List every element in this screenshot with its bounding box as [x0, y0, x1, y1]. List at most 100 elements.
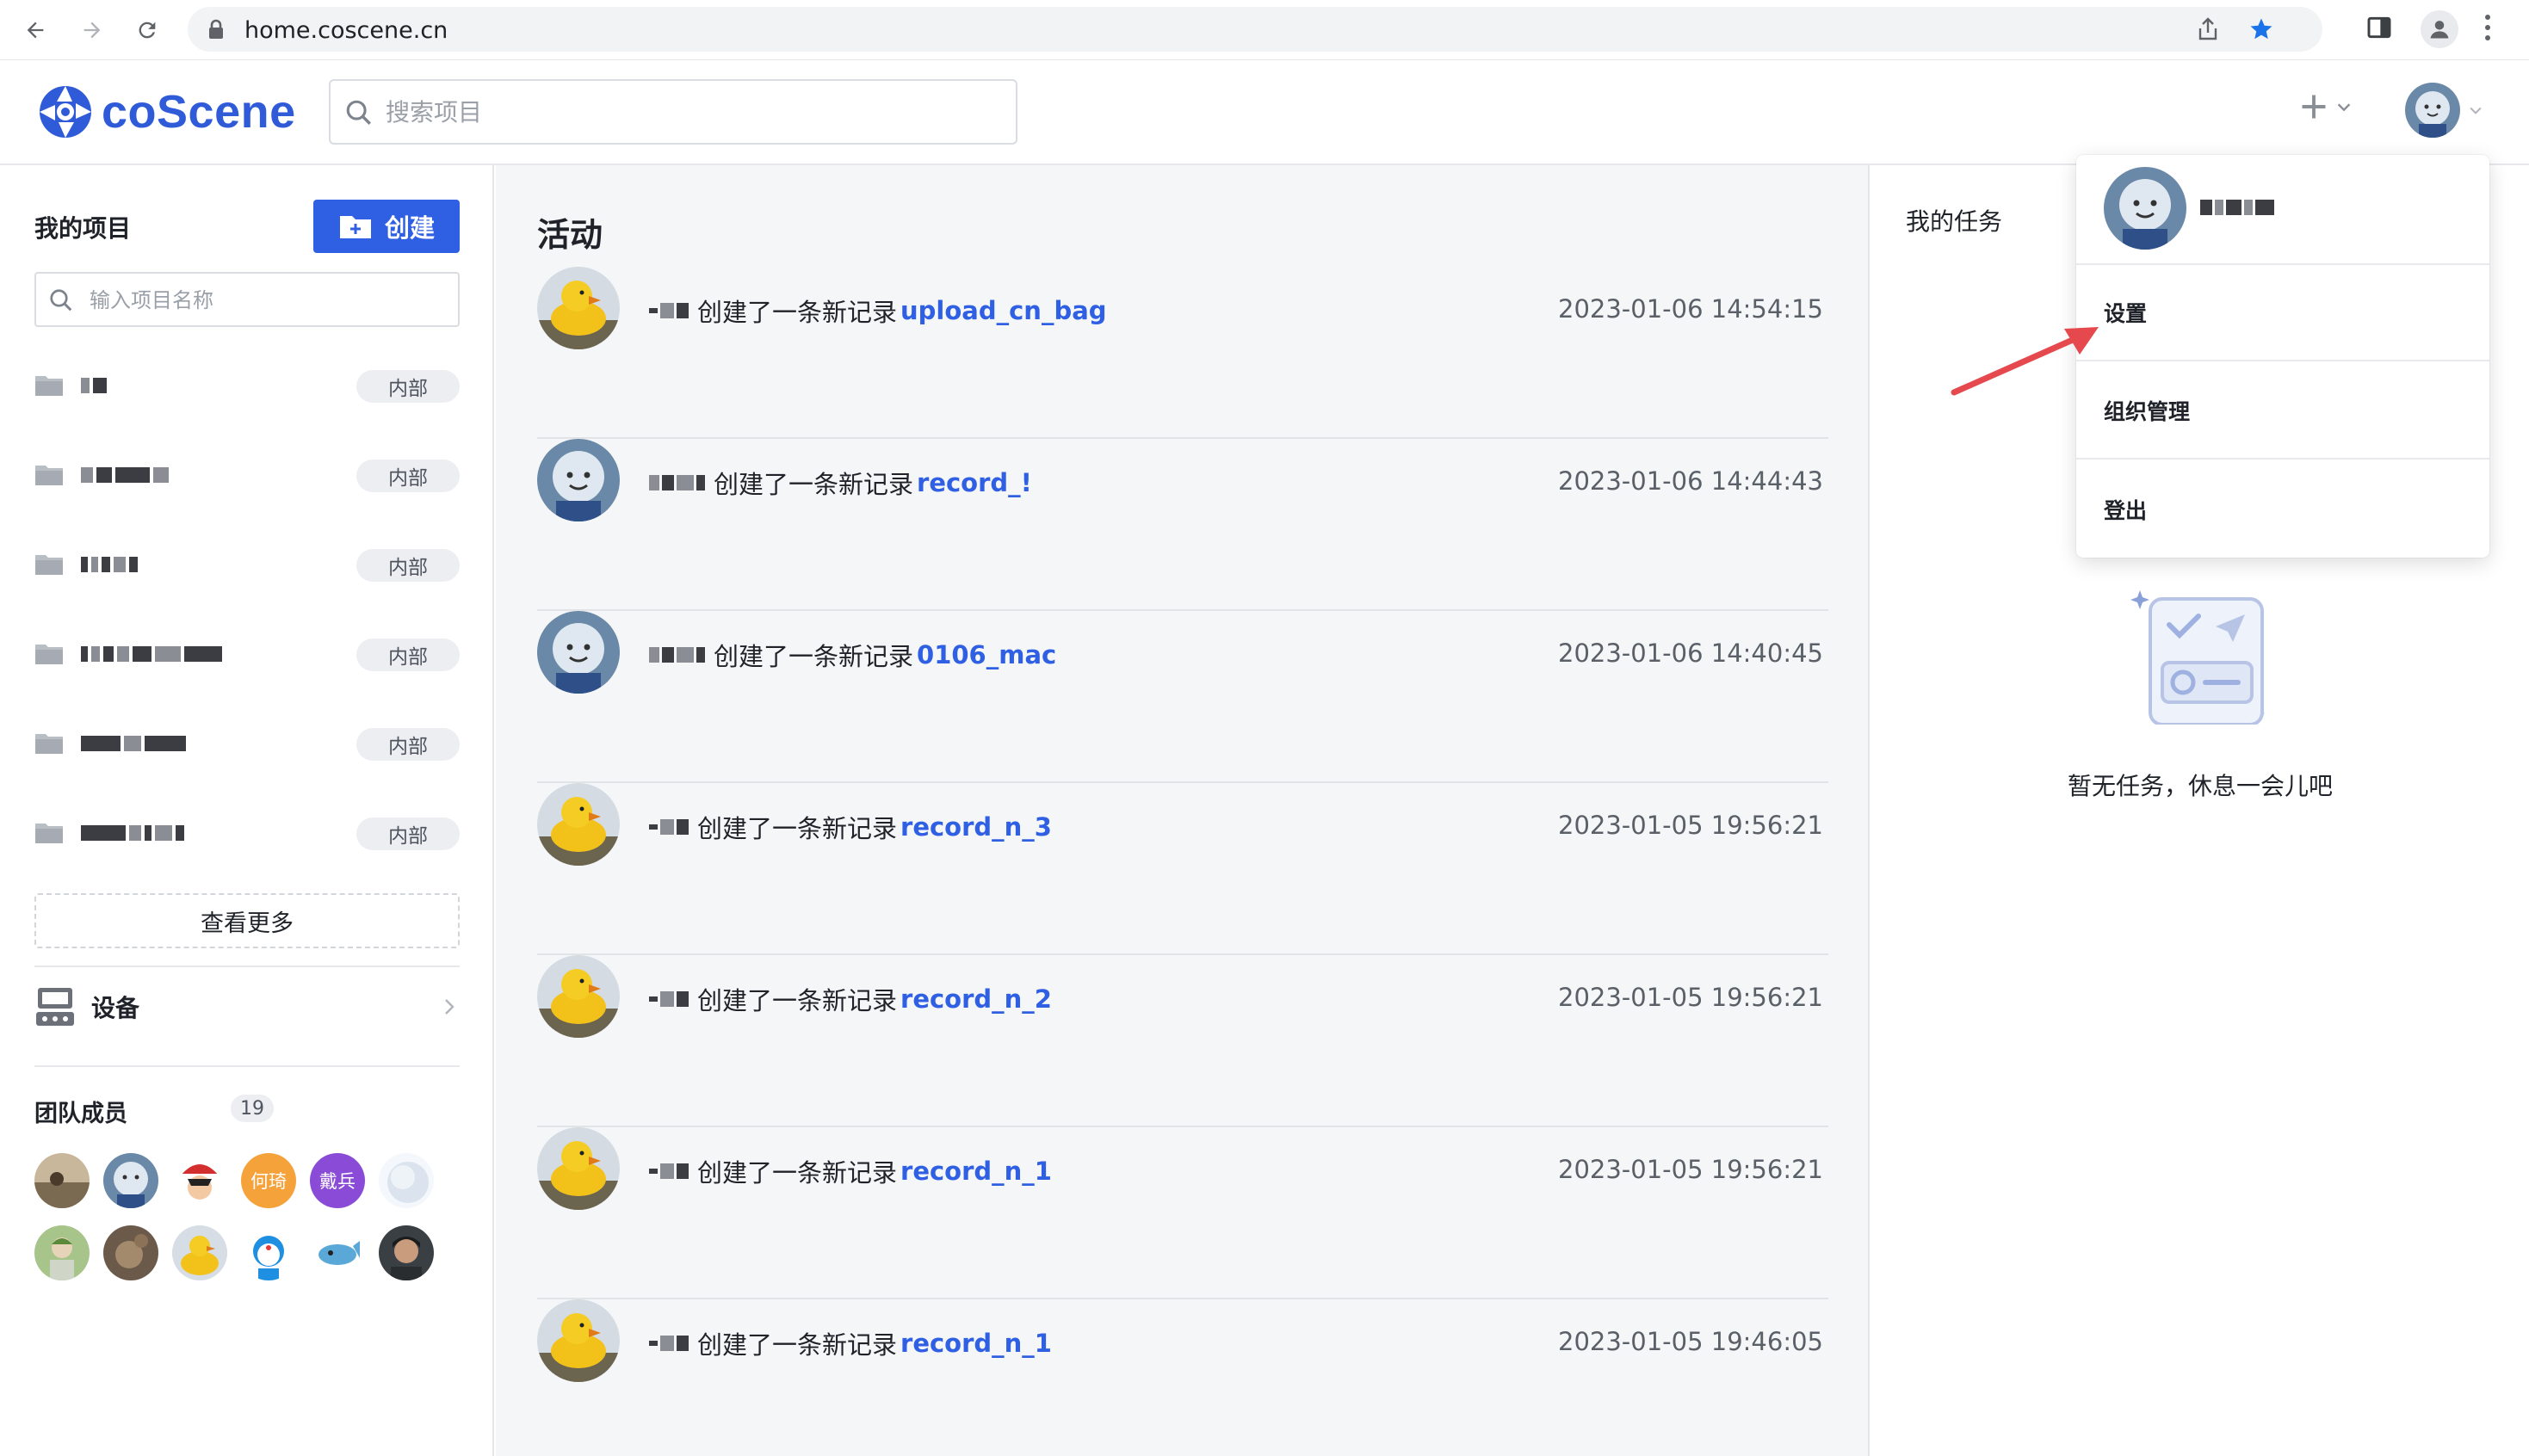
org-management-menu-item[interactable]: 组织管理 — [2076, 363, 2489, 460]
create-button-label: 创建 — [384, 213, 435, 243]
record-link[interactable]: 0106_mac — [917, 640, 1056, 669]
member-avatar[interactable] — [310, 1225, 365, 1280]
avatar[interactable] — [537, 611, 620, 694]
logo[interactable]: coScene — [38, 84, 296, 139]
project-search-box[interactable] — [329, 79, 1017, 145]
member-avatar[interactable] — [103, 1225, 158, 1280]
avatar[interactable] — [537, 955, 620, 1038]
record-link[interactable]: record_n_1 — [900, 1329, 1052, 1358]
chevron-down-icon — [2470, 107, 2482, 114]
search-input[interactable] — [386, 95, 988, 129]
member-avatar[interactable] — [172, 1153, 227, 1208]
member-avatar[interactable] — [379, 1225, 434, 1280]
team-members-title: 团队成员 — [34, 1101, 127, 1127]
activity-feed: 创建了一条新记录 upload_cn_bag 2023-01-06 14:54:1… — [537, 267, 1828, 1456]
menu-icon[interactable] — [2483, 12, 2493, 46]
project-filter-input[interactable] — [90, 286, 451, 315]
project-name-redacted — [81, 644, 222, 664]
activity-verb: 创建了一条新记录 — [697, 814, 898, 843]
activity-verb: 创建了一条新记录 — [697, 986, 898, 1015]
devices-nav-item[interactable]: 设备 — [34, 967, 460, 1046]
project-name-redacted — [81, 375, 107, 396]
plus-icon — [2302, 95, 2326, 119]
project-name-redacted — [81, 465, 169, 485]
project-filter-box[interactable] — [34, 272, 460, 327]
project-item[interactable]: 内部 — [34, 520, 460, 609]
activity-verb: 创建了一条新记录 — [697, 1330, 898, 1360]
user-name-redacted — [649, 303, 689, 318]
avatar[interactable] — [537, 783, 620, 866]
visibility-tag: 内部 — [356, 549, 460, 582]
folder-icon — [35, 555, 63, 575]
activity-item: 创建了一条新记录 record_n_1 2023-01-05 19:46:05 — [537, 1299, 1828, 1456]
logout-menu-item[interactable]: 登出 — [2076, 461, 2489, 558]
avatar[interactable] — [537, 1299, 620, 1382]
user-name-redacted — [649, 1163, 689, 1179]
sidebar: 我的项目 创建 内部 内部 内部 内部 — [0, 165, 494, 1456]
empty-tasks-illustration — [2130, 590, 2265, 725]
activity-timestamp: 2023-01-05 19:56:21 — [1558, 1155, 1823, 1184]
user-menu-button[interactable] — [2405, 83, 2484, 138]
visibility-tag: 内部 — [356, 817, 460, 850]
empty-tasks-text: 暂无任务，休息一会儿吧 — [2067, 772, 2333, 800]
project-name-redacted — [81, 554, 138, 575]
address-bar[interactable]: home.coscene.cn — [188, 7, 2322, 52]
side-panel-icon[interactable] — [2365, 14, 2393, 45]
activity-item: 创建了一条新记录 record_n_3 2023-01-05 19:56:21 — [537, 783, 1828, 955]
member-avatar[interactable] — [172, 1225, 227, 1280]
member-avatar[interactable] — [103, 1153, 158, 1208]
activity-item: 创建了一条新记录 upload_cn_bag 2023-01-06 14:54:1… — [537, 267, 1828, 439]
record-link[interactable]: record_n_1 — [900, 1157, 1052, 1186]
member-avatar[interactable]: 何琦 — [241, 1153, 296, 1208]
record-link[interactable]: record_n_3 — [900, 812, 1052, 842]
member-avatar[interactable] — [241, 1225, 296, 1280]
folder-icon — [35, 734, 63, 754]
forward-icon[interactable] — [74, 12, 110, 48]
record-link[interactable]: upload_cn_bag — [900, 296, 1107, 325]
avatar[interactable] — [537, 1127, 620, 1210]
record-link[interactable]: record_n_2 — [900, 984, 1052, 1014]
member-avatar[interactable] — [379, 1153, 434, 1208]
user-name-redacted — [649, 647, 705, 663]
activity-item: 创建了一条新记录 record_n_1 2023-01-05 19:56:21 — [537, 1127, 1828, 1299]
project-name-redacted — [81, 823, 184, 843]
project-item[interactable]: 内部 — [34, 788, 460, 878]
add-menu-button[interactable] — [2298, 91, 2353, 122]
activity-title: 活动 — [537, 216, 603, 254]
avatar — [2104, 167, 2186, 250]
browser-toolbar: home.coscene.cn — [0, 0, 2529, 60]
visibility-tag: 内部 — [356, 370, 460, 403]
annotation-arrow-icon — [1951, 327, 2099, 396]
folder-icon — [35, 376, 63, 396]
app-header: coScene — [0, 60, 2529, 165]
my-projects-title: 我的项目 — [34, 214, 132, 243]
activity-verb: 创建了一条新记录 — [697, 1158, 898, 1188]
star-icon[interactable] — [2248, 16, 2274, 46]
user-dropdown-menu: 设置 组织管理 登出 — [2076, 155, 2489, 558]
back-icon[interactable] — [17, 12, 53, 48]
settings-menu-item[interactable]: 设置 — [2076, 265, 2489, 361]
avatar[interactable] — [537, 267, 620, 349]
visibility-tag: 内部 — [356, 460, 460, 492]
project-item[interactable]: 内部 — [34, 341, 460, 430]
view-more-projects-button[interactable]: 查看更多 — [34, 893, 460, 948]
activity-item: 创建了一条新记录 record_! 2023-01-06 14:44:43 — [537, 439, 1828, 611]
avatar[interactable] — [537, 439, 620, 521]
project-item[interactable]: 内部 — [34, 699, 460, 788]
project-item[interactable]: 内部 — [34, 430, 460, 520]
record-link[interactable]: record_! — [917, 468, 1032, 497]
profile-icon[interactable] — [2421, 10, 2458, 48]
dropdown-user-header — [2076, 155, 2489, 265]
project-item[interactable]: 内部 — [34, 609, 460, 699]
user-name-redacted — [649, 1336, 689, 1351]
activity-item: 创建了一条新记录 record_n_2 2023-01-05 19:56:21 — [537, 955, 1828, 1127]
member-avatar[interactable] — [34, 1153, 90, 1208]
create-project-button[interactable]: 创建 — [313, 200, 460, 253]
member-avatar[interactable]: 戴兵 — [310, 1153, 365, 1208]
folder-icon — [35, 466, 63, 485]
member-avatar[interactable] — [34, 1225, 90, 1280]
activity-verb: 创建了一条新记录 — [714, 642, 914, 671]
reload-icon[interactable] — [129, 12, 165, 48]
share-icon[interactable] — [2197, 17, 2219, 45]
lock-icon — [207, 18, 226, 44]
